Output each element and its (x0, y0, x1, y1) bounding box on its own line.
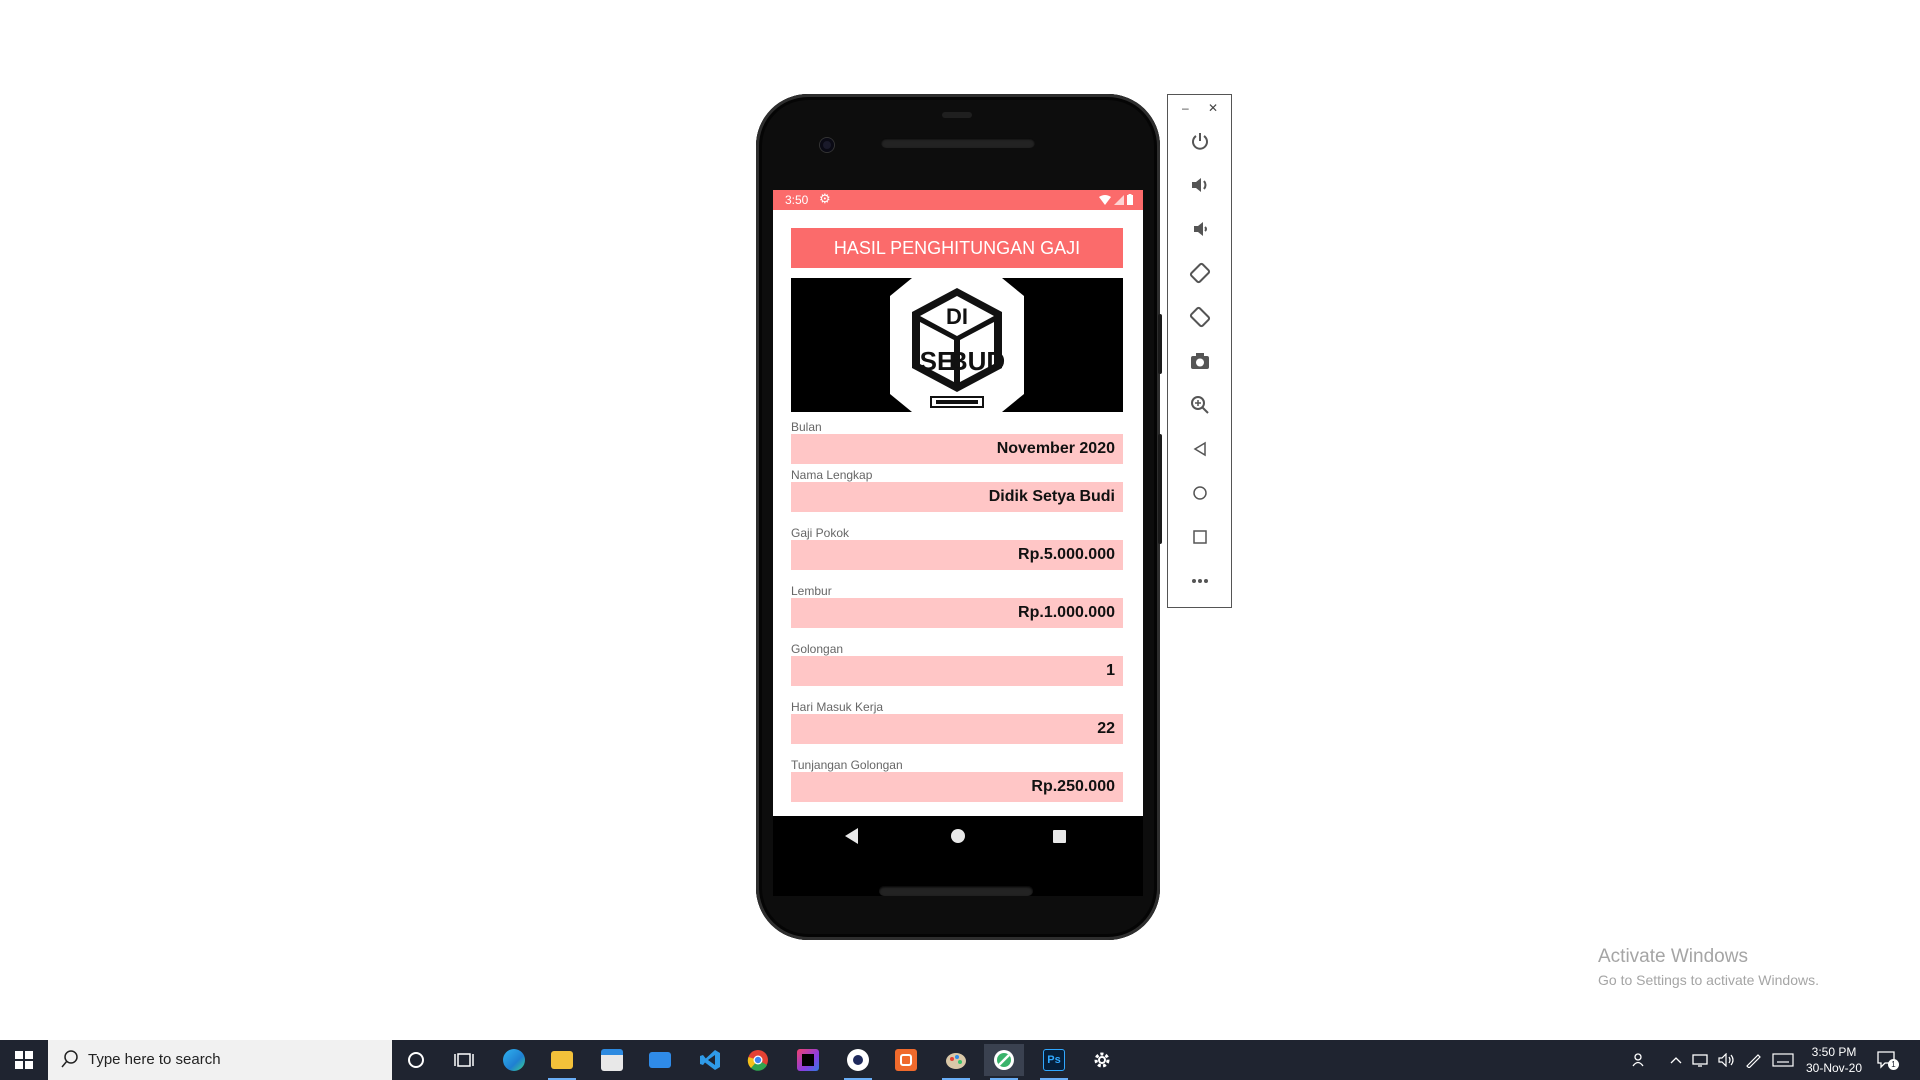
field-label-hari-masuk: Hari Masuk Kerja (791, 700, 884, 714)
back-icon[interactable] (1184, 433, 1216, 465)
close-icon[interactable]: ✕ (1208, 101, 1218, 115)
file-explorer-icon[interactable] (542, 1044, 582, 1080)
search-placeholder: Type here to search (88, 1051, 221, 1068)
watermark-title: Activate Windows (1598, 946, 1748, 967)
overview-icon[interactable] (1184, 521, 1216, 553)
status-icons (1099, 194, 1133, 205)
clock-time: 3:50 PM (1811, 1045, 1857, 1059)
store-icon[interactable] (592, 1044, 632, 1076)
settings-gear-icon: ⚙ (819, 191, 831, 206)
keyboard-icon[interactable] (1772, 1040, 1794, 1080)
photoshop-icon[interactable]: Ps (1034, 1044, 1074, 1080)
status-bar: 3:50 ⚙ (773, 190, 1143, 210)
nav-back-icon[interactable] (845, 828, 858, 844)
battery-icon (1127, 194, 1133, 205)
android-studio-icon[interactable] (984, 1044, 1024, 1080)
field-label-tunjangan: Tunjangan Golongan (791, 758, 903, 772)
svg-text:BUD: BUD (949, 346, 1005, 376)
field-label-gaji-pokok: Gaji Pokok (791, 526, 850, 540)
home-icon[interactable] (1184, 477, 1216, 509)
zoom-icon[interactable] (1184, 389, 1216, 421)
field-value-nama[interactable]: Didik Setya Budi (791, 482, 1123, 512)
mail-icon[interactable] (640, 1044, 680, 1076)
field-value-bulan[interactable]: November 2020 (791, 434, 1123, 464)
phone-top-slot (942, 112, 972, 118)
nav-home-icon[interactable] (951, 829, 965, 843)
intellij-icon[interactable] (788, 1044, 828, 1076)
rotate-left-icon[interactable] (1184, 257, 1216, 289)
activate-windows-watermark: Activate Windows Go to Settings to activ… (1598, 946, 1819, 988)
vscode-icon[interactable] (690, 1044, 730, 1076)
wifi-icon (1099, 194, 1111, 205)
phone-volume-button (1158, 434, 1162, 544)
logo-banner: DI SE BUD (791, 278, 1123, 412)
sublime-icon[interactable] (886, 1044, 926, 1076)
phone-frame: 3:50 ⚙ HASIL PENGHITUNGAN GAJI DI SE BUD… (756, 94, 1162, 940)
field-value-lembur[interactable]: Rp.1.000.000 (791, 598, 1123, 628)
watermark-subtitle: Go to Settings to activate Windows. (1598, 972, 1819, 988)
more-icon[interactable] (1184, 565, 1216, 597)
field-value-tunjangan[interactable]: Rp.250.000 (791, 772, 1123, 802)
svg-text:DI: DI (946, 304, 968, 329)
windows-logo-icon (15, 1051, 33, 1069)
edge-icon[interactable] (494, 1044, 534, 1076)
earpiece-speaker (881, 138, 1035, 148)
field-value-golongan[interactable]: 1 (791, 656, 1123, 686)
field-label-bulan: Bulan (791, 420, 822, 434)
network-icon[interactable] (1692, 1040, 1710, 1080)
field-value-hari-masuk[interactable]: 22 (791, 714, 1123, 744)
people-icon[interactable] (1632, 1040, 1648, 1080)
rotate-right-icon[interactable] (1184, 301, 1216, 333)
search-icon (61, 1050, 78, 1068)
android-nav-bar (773, 816, 1143, 896)
field-label-nama: Nama Lengkap (791, 468, 873, 482)
taskbar-clock[interactable]: 3:50 PM 30-Nov-20 (1800, 1044, 1868, 1076)
task-view-icon[interactable] (444, 1044, 484, 1076)
taskbar-search-box[interactable]: Type here to search (48, 1040, 392, 1080)
desktop: 3:50 ⚙ HASIL PENGHITUNGAN GAJI DI SE BUD… (0, 0, 1920, 1080)
chrome-icon[interactable] (738, 1044, 778, 1076)
notification-icon[interactable]: 1 (1876, 1049, 1899, 1070)
toolbar-window-controls: – ✕ (1168, 101, 1231, 117)
tray-overflow-icon[interactable] (1670, 1040, 1682, 1080)
status-time: 3:50 (785, 193, 809, 207)
camera-icon[interactable] (1184, 345, 1216, 377)
nav-recents-icon[interactable] (1053, 830, 1066, 843)
pen-icon[interactable] (1744, 1040, 1762, 1080)
disebud-logo: DI SE BUD (890, 278, 1024, 412)
start-button[interactable] (0, 1040, 48, 1080)
signal-icon (1114, 194, 1124, 205)
minimize-icon[interactable]: – (1182, 101, 1189, 115)
notification-count: 1 (1888, 1059, 1899, 1070)
clock-date: 30-Nov-20 (1805, 1061, 1863, 1075)
volume-icon[interactable] (1718, 1040, 1736, 1080)
emulator-toolbar: – ✕ (1167, 94, 1232, 608)
paint-icon[interactable] (936, 1044, 976, 1080)
volume-up-icon[interactable] (1184, 169, 1216, 201)
field-label-lembur: Lembur (791, 584, 832, 598)
phone-power-button (1158, 314, 1162, 374)
field-label-golongan: Golongan (791, 642, 844, 656)
volume-down-icon[interactable] (1184, 213, 1216, 245)
app-content[interactable]: HASIL PENGHITUNGAN GAJI DI SE BUD Bulan … (773, 210, 1143, 816)
cortana-icon[interactable] (396, 1044, 436, 1076)
power-icon[interactable] (1184, 125, 1216, 157)
settings-icon[interactable] (1082, 1044, 1122, 1076)
page-title: HASIL PENGHITUNGAN GAJI (791, 228, 1123, 268)
phone-screen[interactable]: 3:50 ⚙ HASIL PENGHITUNGAN GAJI DI SE BUD… (773, 190, 1143, 896)
front-camera-icon (820, 138, 834, 152)
bottom-speaker (879, 886, 1033, 896)
field-value-gaji-pokok[interactable]: Rp.5.000.000 (791, 540, 1123, 570)
word-icon[interactable] (838, 1044, 878, 1080)
windows-taskbar: Type here to search Ps 3:50 PM 30-Nov-20… (0, 1040, 1920, 1080)
